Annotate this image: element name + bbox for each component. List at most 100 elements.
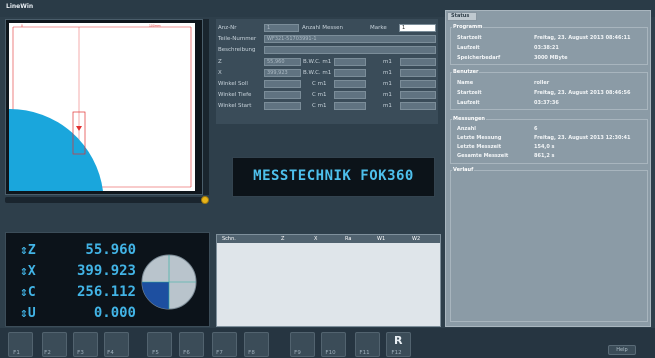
- table-header-z: Z: [281, 236, 285, 242]
- r-logo-icon: R: [394, 334, 403, 347]
- plot-vertical-scrollbar[interactable]: [203, 19, 209, 195]
- sun-icon[interactable]: [201, 196, 209, 204]
- f9-label: F9: [294, 350, 301, 356]
- field-label-winkel-start: Winkel Start: [218, 103, 252, 109]
- x-field[interactable]: 399,923: [264, 69, 301, 77]
- field-label-winkel-soll: Winkel Soll: [218, 81, 248, 87]
- programm-startzeit-value: Freitag, 23. August 2013 08:46:11: [534, 35, 631, 41]
- axis-x-icon: ⇕X: [20, 264, 36, 279]
- messungen-letzte-label: Letzte Messung: [457, 135, 502, 141]
- axis-z-icon: ⇕Z: [20, 243, 36, 258]
- z-sub2-label: m1: [383, 59, 392, 65]
- f6-label: F6: [183, 350, 190, 356]
- table-header-ra: Ra: [345, 236, 352, 242]
- beschreibung-field[interactable]: [264, 46, 436, 54]
- plot-canvas[interactable]: 0 100mm: [9, 23, 195, 191]
- winkel-soll-field[interactable]: [264, 80, 301, 88]
- winkel-start-sub2-field[interactable]: [400, 102, 436, 110]
- group-verlauf: [450, 170, 648, 322]
- axis-z-value: 55.960: [85, 242, 136, 258]
- f10-label: F10: [325, 350, 336, 356]
- f7-label: F7: [216, 350, 223, 356]
- anz-nr-field[interactable]: 1: [264, 24, 299, 32]
- field-label-z: Z: [218, 59, 222, 65]
- f11-label: F11: [359, 350, 370, 356]
- winkel-soll-sub-field[interactable]: [334, 80, 366, 88]
- messungen-gesamt-value: 861,2 s: [534, 153, 555, 159]
- benutzer-startzeit-value: Freitag, 23. August 2013 08:46:56: [534, 90, 631, 96]
- group-programm-title: Programm: [452, 24, 484, 30]
- benutzer-startzeit-label: Startzeit: [457, 90, 482, 96]
- field-label-winkel-tiefe: Winkel Tiefe: [218, 92, 252, 98]
- x-sub-label: B.W.C. m1: [303, 70, 332, 76]
- axis-c-icon: ⇕C: [20, 285, 36, 300]
- z-sub2-field[interactable]: [400, 58, 436, 66]
- brand-text: MESSTECHNIK FOK360: [253, 168, 414, 184]
- plot-top-label: 0: [21, 24, 23, 28]
- tool-marker: [76, 126, 82, 131]
- f5-label: F5: [152, 350, 159, 356]
- benutzer-name-value: roller: [534, 80, 550, 86]
- group-messungen-title: Messungen: [452, 116, 486, 122]
- winkel-start-field[interactable]: [264, 102, 301, 110]
- benutzer-laufzeit-value: 03:37:36: [534, 100, 559, 106]
- messungen-letzte-messzeit-label: Letzte Messzeit: [457, 144, 502, 150]
- plot-top-right-label: 100mm: [149, 24, 161, 28]
- programm-speicher-value: 3000 MByte: [534, 55, 568, 61]
- messungen-letzte-value: Freitag, 23. August 2013 12:30:41: [534, 135, 631, 141]
- field-label-anz-nr: Anz-Nr: [218, 25, 237, 31]
- help-button[interactable]: Help: [608, 345, 636, 355]
- programm-startzeit-label: Startzeit: [457, 35, 482, 41]
- table-header-schn: Schn.: [222, 236, 236, 242]
- winkel-tiefe-sub2-field[interactable]: [400, 91, 436, 99]
- programm-laufzeit-label: Laufzeit: [457, 45, 480, 51]
- z-sub-field[interactable]: [334, 58, 366, 66]
- f4-label: F4: [107, 350, 114, 356]
- axis-u-value: 0.000: [93, 305, 136, 321]
- app-title: LineWin: [6, 3, 34, 10]
- x-sub-field[interactable]: [334, 69, 366, 77]
- orientation-dial: [141, 254, 197, 310]
- field-label-anzahl-messen: Anzahl Messen: [302, 25, 343, 31]
- winkel-start-sub2-label: m1: [383, 103, 392, 109]
- winkel-tiefe-field[interactable]: [264, 91, 301, 99]
- plot-horizontal-scrollbar[interactable]: [5, 197, 203, 203]
- programm-laufzeit-value: 03:38:21: [534, 45, 559, 51]
- field-label-beschreibung: Beschreibung: [218, 47, 256, 53]
- benutzer-laufzeit-label: Laufzeit: [457, 100, 480, 106]
- axis-c-value: 256.112: [76, 284, 136, 300]
- teile-nummer-field[interactable]: WF321-51703991-1: [264, 35, 436, 43]
- winkel-start-sub-label: C m1: [312, 103, 327, 109]
- marke-select[interactable]: 1: [399, 24, 436, 32]
- messungen-gesamt-label: Gesamte Messzeit: [457, 153, 509, 159]
- x-sub2-label: m1: [383, 70, 392, 76]
- winkel-tiefe-sub-field[interactable]: [334, 91, 366, 99]
- tab-status[interactable]: Status: [447, 12, 477, 21]
- messungen-letzte-messzeit-value: 154,0 s: [534, 144, 555, 150]
- f1-label: F1: [13, 350, 20, 356]
- field-label-x: X: [218, 70, 222, 76]
- table-header: Schn. Z X Ra W1 W2: [217, 235, 440, 243]
- winkel-tiefe-sub2-label: m1: [383, 92, 392, 98]
- axis-row-c: ⇕C 256.112: [6, 283, 136, 303]
- field-label-teile-nummer: Teile-Nummer: [218, 36, 257, 42]
- group-benutzer-title: Benutzer: [452, 69, 480, 75]
- measurement-table[interactable]: [216, 234, 441, 327]
- axis-row-z: ⇕Z 55.960: [6, 241, 136, 261]
- programm-speicher-label: Speicherbedarf: [457, 55, 501, 61]
- f3-label: F3: [77, 350, 84, 356]
- axis-row-x: ⇕X 399.923: [6, 262, 136, 282]
- winkel-start-sub-field[interactable]: [334, 102, 366, 110]
- x-sub2-field[interactable]: [400, 69, 436, 77]
- group-verlauf-title: Verlauf: [452, 167, 475, 173]
- z-field[interactable]: 55,960: [264, 58, 301, 66]
- winkel-soll-sub-label: C m1: [312, 81, 327, 87]
- table-header-w1: W1: [377, 236, 386, 242]
- messungen-anzahl-value: 6: [534, 126, 538, 132]
- axis-u-icon: ⇕U: [20, 306, 36, 321]
- messungen-anzahl-label: Anzahl: [457, 126, 476, 132]
- benutzer-name-label: Name: [457, 80, 474, 86]
- winkel-soll-sub2-label: m1: [383, 81, 392, 87]
- f8-label: F8: [248, 350, 255, 356]
- winkel-soll-sub2-field[interactable]: [400, 80, 436, 88]
